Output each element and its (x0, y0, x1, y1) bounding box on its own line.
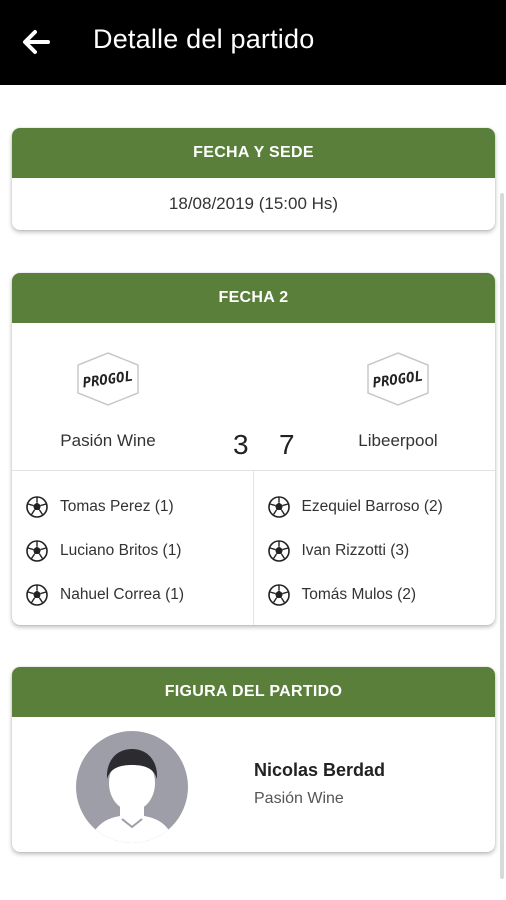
away-score: 7 (279, 429, 295, 460)
soccer-ball-icon (26, 584, 48, 606)
soccer-ball-icon (267, 584, 290, 606)
match-round-header: FECHA 2 (12, 273, 495, 323)
home-score: 3 (233, 429, 249, 460)
date-venue-card: FECHA Y SEDE 18/08/2019 (15:00 Hs) (12, 128, 495, 230)
away-team-name: Libeerpool (358, 431, 438, 450)
app-bar: Detalle del partido (0, 0, 506, 85)
progol-logo-icon: PROGOL (367, 352, 429, 406)
arrow-left-icon (23, 30, 50, 54)
scorers-section: Tomas Perez (1) Luciano Britos (1) Nahue… (12, 471, 495, 625)
back-button[interactable] (16, 22, 56, 62)
away-scorers-list: Ezequiel Barroso (2) Ivan Rizzotti (3) T… (254, 471, 496, 625)
soccer-ball-icon (26, 540, 48, 562)
scorer-name: Nahuel Correa (1) (60, 586, 185, 603)
scorer-item: Luciano Britos (1) (26, 529, 253, 573)
teams-section: PROGOL Pasión Wine 3 7 PROGOL Libeerpool (12, 323, 495, 471)
scorer-name: Ivan Rizzotti (3) (301, 542, 410, 559)
scorer-item: Ezequiel Barroso (2) (267, 485, 496, 529)
user-placeholder-icon (90, 749, 174, 843)
soccer-ball-icon (267, 540, 290, 562)
scorer-name: Tomás Mulos (2) (301, 586, 417, 603)
mvp-player-name: Nicolas Berdad (254, 760, 386, 780)
scrollbar[interactable] (500, 193, 504, 879)
scorer-item: Nahuel Correa (1) (26, 573, 253, 617)
home-scorers-list: Tomas Perez (1) Luciano Britos (1) Nahue… (12, 471, 254, 625)
scorer-item: Tomas Perez (1) (26, 485, 253, 529)
mvp-body: Nicolas Berdad Pasión Wine (12, 717, 495, 852)
page-title: Detalle del partido (93, 24, 315, 54)
scorer-item: Ivan Rizzotti (3) (267, 529, 496, 573)
date-venue-header: FECHA Y SEDE (12, 128, 495, 178)
avatar (76, 731, 188, 843)
match-card: FECHA 2 PROGOL Pasión Wine 3 7 PROGOL Li… (12, 273, 495, 625)
scorer-name: Ezequiel Barroso (2) (301, 498, 443, 515)
scorer-name: Luciano Britos (1) (60, 542, 182, 559)
soccer-ball-icon (26, 496, 48, 518)
mvp-card[interactable]: FIGURA DEL PARTIDO Nicolas Berdad Pasión… (12, 667, 495, 852)
home-team-name: Pasión Wine (60, 431, 156, 450)
scorer-item: Tomás Mulos (2) (267, 573, 496, 617)
scorer-name: Tomas Perez (1) (60, 498, 174, 515)
progol-logo-icon: PROGOL (77, 352, 139, 406)
mvp-player-team: Pasión Wine (254, 790, 344, 807)
mvp-header: FIGURA DEL PARTIDO (12, 667, 495, 717)
soccer-ball-icon (267, 496, 290, 518)
match-datetime: 18/08/2019 (15:00 Hs) (168, 194, 339, 213)
